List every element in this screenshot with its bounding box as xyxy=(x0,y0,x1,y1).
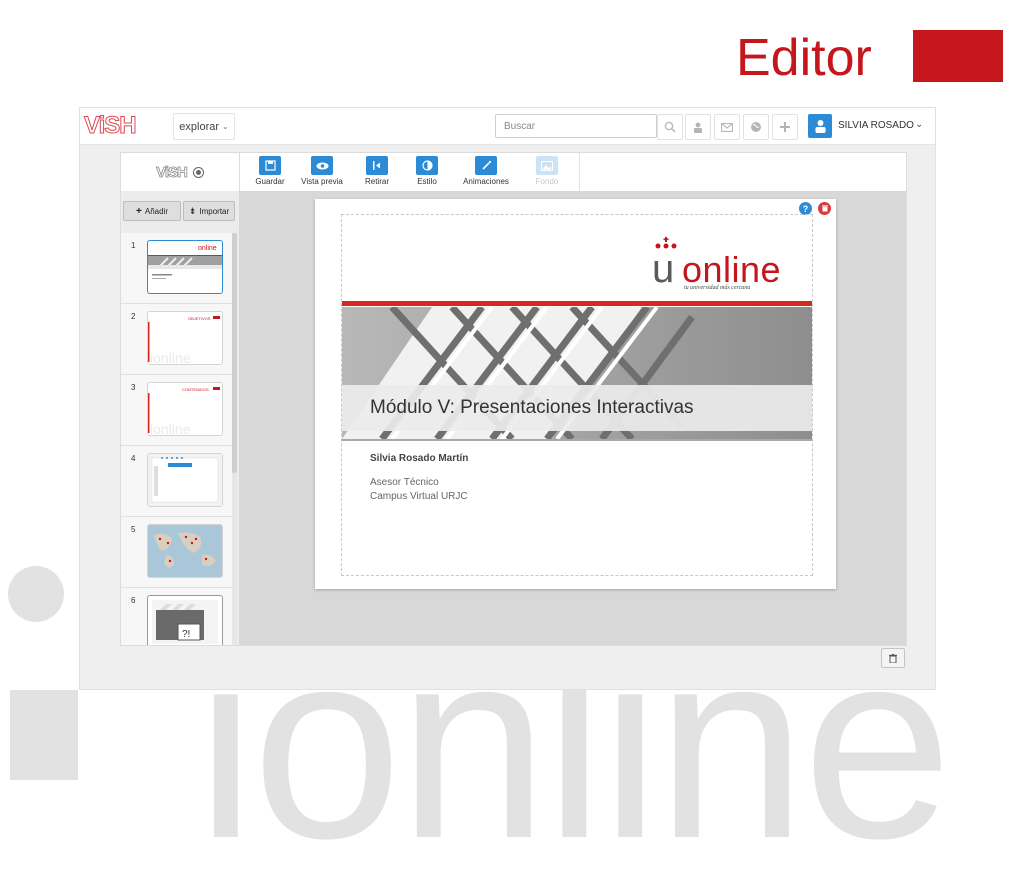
add-slide-button[interactable]: + Añadir xyxy=(123,201,181,221)
editor-toolbar: Guardar Vista previa Retirar Estilo Anim… xyxy=(239,153,906,192)
logo-tagline: tu universidad más cercana xyxy=(684,285,751,291)
eye-icon[interactable] xyxy=(192,166,204,178)
exit-icon xyxy=(366,156,388,175)
app-window: ViSH explorar ⌄ SILVIA ROSADO ⌄ ViSH xyxy=(80,108,935,689)
slides-sidebar: + Añadir ⇟ Importar 1 online 2 OBJETIVOS… xyxy=(121,191,240,645)
exit-button[interactable]: Retirar xyxy=(359,156,395,188)
svg-text:online: online xyxy=(198,245,217,252)
sidebar-scrollbar[interactable] xyxy=(232,233,237,473)
chevron-down-icon[interactable]: ⌄ xyxy=(915,119,923,130)
thumbnail-number: 5 xyxy=(131,525,136,534)
editor-logo: ViSH xyxy=(121,153,240,192)
thumbnail-preview: ?! xyxy=(147,595,223,645)
watermark-dot xyxy=(8,566,64,622)
thumbnail-number: 6 xyxy=(131,596,136,605)
animations-label: Animaciones xyxy=(463,177,509,186)
slide-title: Editor xyxy=(736,29,872,87)
save-label: Guardar xyxy=(255,177,285,186)
thumbnail-label: CONTENIDOS xyxy=(182,387,209,392)
thumbnail-preview: CONTENIDOS ionline xyxy=(147,382,223,436)
thumbnail-number: 2 xyxy=(131,312,136,321)
presentation-heading: Módulo V: Presentaciones Interactivas xyxy=(370,397,694,418)
user-name[interactable]: SILVIA ROSADO xyxy=(838,120,914,131)
mail-icon[interactable] xyxy=(714,114,740,140)
thumbnail-preview: OBJETIVOS ionline xyxy=(147,311,223,365)
plus-icon[interactable] xyxy=(772,114,798,140)
trash-button[interactable] xyxy=(881,648,905,668)
editor-brand: ViSH xyxy=(156,163,189,181)
thumbnail-preview: online xyxy=(147,240,223,294)
thumbnail-preview xyxy=(147,453,223,507)
avatar-icon xyxy=(815,120,825,133)
explore-dropdown[interactable]: explorar ⌄ xyxy=(173,113,235,140)
top-bar: ViSH explorar ⌄ SILVIA ROSADO ⌄ xyxy=(80,108,935,145)
thumbnail-preview xyxy=(147,524,223,578)
svg-text:?!: ?! xyxy=(182,629,190,640)
brand-logo[interactable]: ViSH xyxy=(84,112,138,140)
slide-thumbnail[interactable]: 6 ?! xyxy=(121,588,233,645)
slide-card[interactable]: ? u online tu universidad más cercana Mó… xyxy=(315,199,836,589)
grey-divider xyxy=(342,439,812,441)
watermark-bar xyxy=(10,690,78,780)
slide-thumbnail[interactable]: 1 online xyxy=(121,233,233,304)
save-button[interactable]: Guardar xyxy=(251,156,289,188)
slide-thumbnail[interactable]: 2 OBJETIVOS ionline xyxy=(121,304,233,375)
author-campus: Campus Virtual URJC xyxy=(370,491,468,502)
style-label: Estilo xyxy=(417,177,437,186)
thumbnail-number: 4 xyxy=(131,454,136,463)
wand-icon xyxy=(475,156,497,175)
trash-icon xyxy=(889,653,897,663)
thumbnail-number: 3 xyxy=(131,383,136,392)
slide-thumbnail[interactable]: 3 CONTENIDOS ionline xyxy=(121,375,233,446)
import-icon: ⇟ xyxy=(188,205,197,216)
save-icon xyxy=(259,156,281,175)
preview-label: Vista previa xyxy=(301,177,343,186)
slide-content: u online tu universidad más cercana Módu… xyxy=(341,214,813,576)
editor-panel: ViSH Guardar Vista previa Retirar Estilo… xyxy=(120,152,907,646)
plus-icon: + xyxy=(136,205,142,217)
import-button[interactable]: ⇟ Importar xyxy=(183,201,235,221)
slide-thumbnail[interactable]: 4 xyxy=(121,446,233,517)
red-divider xyxy=(342,301,812,306)
editor-canvas: ? u online tu universidad más cercana Mó… xyxy=(239,191,906,645)
slide-thumbnails: 1 online 2 OBJETIVOS ionline 3 CONTENIDO… xyxy=(121,233,239,645)
eye-icon xyxy=(311,156,333,175)
background-button: Fondo xyxy=(529,156,565,188)
background-label: Fondo xyxy=(535,177,559,186)
svg-text:ionline: ionline xyxy=(150,421,191,435)
style-button[interactable]: Estilo xyxy=(409,156,445,188)
thumbnail-number: 1 xyxy=(131,241,136,250)
chevron-down-icon: ⌄ xyxy=(222,122,229,131)
author-name: Silvia Rosado Martín xyxy=(370,453,469,464)
animations-button[interactable]: Animaciones xyxy=(459,156,513,188)
avatar[interactable] xyxy=(808,114,832,138)
author-role: Asesor Técnico xyxy=(370,477,439,488)
slide-title-accent-bar xyxy=(913,30,1003,82)
add-label: Añadir xyxy=(144,206,168,216)
thumbnail-label: OBJETIVOS xyxy=(188,316,211,321)
search-input[interactable] xyxy=(495,114,657,138)
explore-label: explorar xyxy=(179,120,220,133)
exit-label: Retirar xyxy=(364,177,389,186)
contrast-icon xyxy=(416,156,438,175)
svg-text:ionline: ionline xyxy=(150,350,191,364)
image-icon xyxy=(536,156,558,175)
search-icon[interactable] xyxy=(657,114,683,140)
logo-u: u xyxy=(652,247,675,291)
preview-button[interactable]: Vista previa xyxy=(297,156,347,188)
delete-slide-icon[interactable] xyxy=(818,202,831,215)
slide-thumbnail[interactable]: 5 xyxy=(121,517,233,588)
globe-icon[interactable] xyxy=(743,114,769,140)
user-icon[interactable] xyxy=(685,114,711,140)
toolbar-divider xyxy=(579,153,580,191)
import-label: Importar xyxy=(199,206,230,216)
